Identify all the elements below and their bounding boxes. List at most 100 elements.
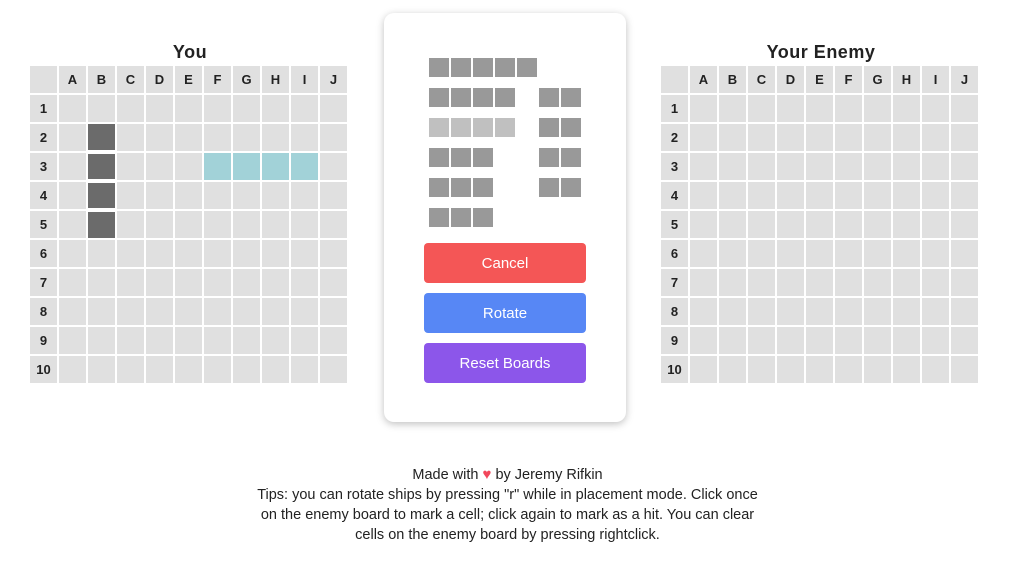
player-board-cell[interactable] bbox=[320, 269, 347, 296]
player-board-cell[interactable] bbox=[233, 240, 260, 267]
tray-ship-length-3[interactable] bbox=[429, 178, 493, 197]
player-board-cell[interactable] bbox=[59, 269, 86, 296]
enemy-board-cell[interactable] bbox=[835, 211, 862, 238]
player-board-cell[interactable] bbox=[262, 269, 289, 296]
enemy-board-cell[interactable] bbox=[777, 95, 804, 122]
enemy-board-cell[interactable] bbox=[690, 182, 717, 209]
enemy-board-cell[interactable] bbox=[690, 327, 717, 354]
player-board-cell[interactable] bbox=[320, 124, 347, 151]
player-board-cell[interactable] bbox=[262, 211, 289, 238]
player-board-ship-cell[interactable] bbox=[88, 182, 115, 209]
player-board-cell[interactable] bbox=[175, 95, 202, 122]
enemy-board-cell[interactable] bbox=[748, 211, 775, 238]
tray-ship-length-2[interactable] bbox=[539, 148, 581, 167]
enemy-board-cell[interactable] bbox=[951, 153, 978, 180]
enemy-board-cell[interactable] bbox=[864, 182, 891, 209]
cancel-button[interactable]: Cancel bbox=[424, 243, 586, 283]
enemy-board-cell[interactable] bbox=[777, 153, 804, 180]
enemy-board-cell[interactable] bbox=[719, 182, 746, 209]
player-board-cell[interactable] bbox=[59, 211, 86, 238]
player-board-cell[interactable] bbox=[233, 182, 260, 209]
player-board-cell[interactable] bbox=[146, 211, 173, 238]
enemy-board-cell[interactable] bbox=[893, 327, 920, 354]
enemy-board-cell[interactable] bbox=[748, 269, 775, 296]
player-board-cell[interactable] bbox=[175, 124, 202, 151]
player-board-cell[interactable] bbox=[146, 240, 173, 267]
enemy-board-cell[interactable] bbox=[806, 269, 833, 296]
enemy-board-cell[interactable] bbox=[864, 211, 891, 238]
reset-boards-button[interactable]: Reset Boards bbox=[424, 343, 586, 383]
enemy-board-cell[interactable] bbox=[951, 211, 978, 238]
enemy-board-cell[interactable] bbox=[864, 269, 891, 296]
player-board-cell[interactable] bbox=[320, 153, 347, 180]
player-board-cell[interactable] bbox=[59, 124, 86, 151]
player-board-cell[interactable] bbox=[88, 269, 115, 296]
enemy-board-cell[interactable] bbox=[835, 356, 862, 383]
enemy-board-cell[interactable] bbox=[690, 269, 717, 296]
player-board-preview-cell[interactable] bbox=[291, 153, 318, 180]
player-board-cell[interactable] bbox=[204, 124, 231, 151]
player-board-cell[interactable] bbox=[320, 298, 347, 325]
player-board-cell[interactable] bbox=[320, 95, 347, 122]
player-board-cell[interactable] bbox=[320, 182, 347, 209]
enemy-board-cell[interactable] bbox=[806, 211, 833, 238]
enemy-board-cell[interactable] bbox=[719, 124, 746, 151]
enemy-board-cell[interactable] bbox=[835, 240, 862, 267]
player-board-cell[interactable] bbox=[320, 327, 347, 354]
enemy-board-cell[interactable] bbox=[806, 95, 833, 122]
player-board-cell[interactable] bbox=[204, 298, 231, 325]
enemy-board-cell[interactable] bbox=[922, 124, 949, 151]
player-board-cell[interactable] bbox=[262, 240, 289, 267]
player-board-cell[interactable] bbox=[291, 95, 318, 122]
player-board-cell[interactable] bbox=[204, 327, 231, 354]
tray-ship-length-4[interactable] bbox=[429, 88, 515, 107]
enemy-board-cell[interactable] bbox=[922, 211, 949, 238]
enemy-board-cell[interactable] bbox=[806, 240, 833, 267]
rotate-button[interactable]: Rotate bbox=[424, 293, 586, 333]
player-board-cell[interactable] bbox=[204, 356, 231, 383]
player-board-cell[interactable] bbox=[146, 95, 173, 122]
player-board-cell[interactable] bbox=[146, 269, 173, 296]
player-board-cell[interactable] bbox=[117, 327, 144, 354]
player-board-cell[interactable] bbox=[59, 298, 86, 325]
enemy-board-cell[interactable] bbox=[748, 327, 775, 354]
player-board-cell[interactable] bbox=[233, 269, 260, 296]
player-board-cell[interactable] bbox=[146, 182, 173, 209]
enemy-board-cell[interactable] bbox=[951, 95, 978, 122]
enemy-board-grid[interactable]: A B C D E F G H I J 1 2 3 4 5 6 7 8 9 10 bbox=[661, 66, 981, 383]
player-board-preview-cell[interactable] bbox=[233, 153, 260, 180]
player-board-cell[interactable] bbox=[262, 182, 289, 209]
player-board-cell[interactable] bbox=[88, 327, 115, 354]
player-board-cell[interactable] bbox=[204, 240, 231, 267]
player-board-cell[interactable] bbox=[175, 182, 202, 209]
enemy-board-cell[interactable] bbox=[777, 298, 804, 325]
player-board-cell[interactable] bbox=[146, 124, 173, 151]
enemy-board-cell[interactable] bbox=[893, 240, 920, 267]
player-board-cell[interactable] bbox=[59, 182, 86, 209]
player-board-cell[interactable] bbox=[88, 356, 115, 383]
enemy-board-cell[interactable] bbox=[922, 269, 949, 296]
enemy-board-cell[interactable] bbox=[777, 327, 804, 354]
player-board-cell[interactable] bbox=[175, 356, 202, 383]
player-board-cell[interactable] bbox=[233, 124, 260, 151]
enemy-board-cell[interactable] bbox=[690, 298, 717, 325]
enemy-board-cell[interactable] bbox=[951, 240, 978, 267]
enemy-board-cell[interactable] bbox=[748, 356, 775, 383]
player-board-cell[interactable] bbox=[291, 240, 318, 267]
enemy-board-cell[interactable] bbox=[777, 211, 804, 238]
enemy-board-cell[interactable] bbox=[922, 356, 949, 383]
player-board-ship-cell[interactable] bbox=[88, 153, 115, 180]
player-board-cell[interactable] bbox=[291, 269, 318, 296]
enemy-board-cell[interactable] bbox=[951, 124, 978, 151]
player-board-cell[interactable] bbox=[320, 211, 347, 238]
enemy-board-cell[interactable] bbox=[719, 327, 746, 354]
player-board-cell[interactable] bbox=[175, 327, 202, 354]
enemy-board-cell[interactable] bbox=[748, 298, 775, 325]
player-board-cell[interactable] bbox=[146, 153, 173, 180]
player-board-cell[interactable] bbox=[175, 298, 202, 325]
enemy-board-cell[interactable] bbox=[690, 211, 717, 238]
player-board-cell[interactable] bbox=[291, 182, 318, 209]
enemy-board-cell[interactable] bbox=[748, 182, 775, 209]
enemy-board-cell[interactable] bbox=[835, 298, 862, 325]
tray-ship-length-2[interactable] bbox=[539, 118, 581, 137]
